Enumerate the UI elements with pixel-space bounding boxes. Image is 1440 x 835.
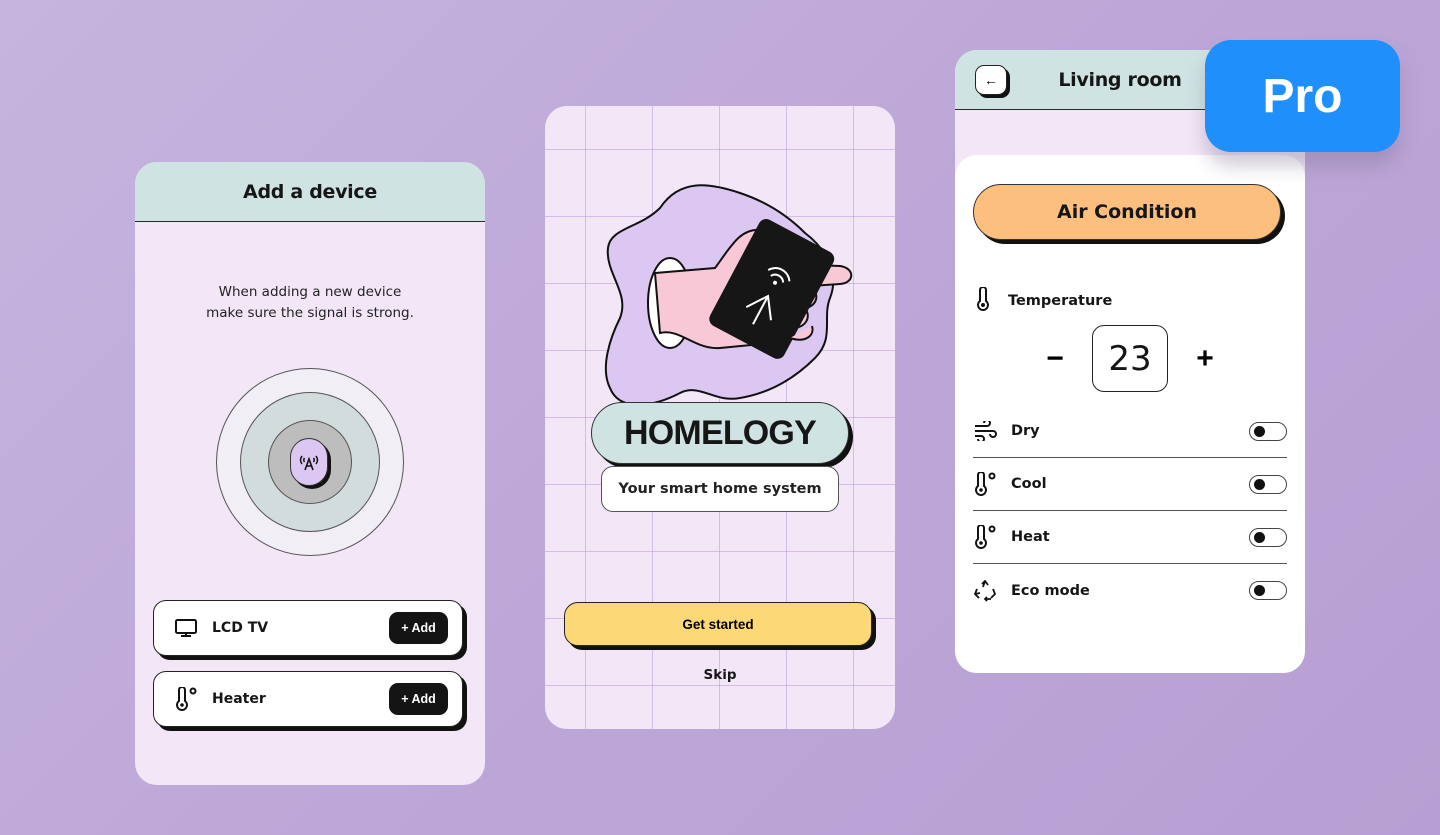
temperature-stepper: − 23 + bbox=[955, 325, 1305, 392]
skip-link[interactable]: Skip bbox=[545, 667, 895, 683]
page-title: Add a device bbox=[243, 180, 377, 203]
device-row-heater: Heater + Add bbox=[153, 671, 463, 727]
brand-logo: HOMELOGY bbox=[591, 402, 849, 464]
eco-mode-toggle[interactable] bbox=[1249, 581, 1287, 600]
hint-line-1: When adding a new device bbox=[218, 284, 402, 300]
decrease-temperature-button[interactable]: − bbox=[1035, 339, 1075, 379]
hand-holding-smart-card-illustration bbox=[604, 184, 853, 406]
tagline: Your smart home system bbox=[601, 466, 839, 512]
tagline-text: Your smart home system bbox=[618, 481, 822, 497]
dry-toggle[interactable] bbox=[1249, 421, 1287, 441]
mode-label: Cool bbox=[1011, 476, 1047, 492]
temperature-value: 23 bbox=[1092, 325, 1168, 392]
cool-toggle[interactable] bbox=[1249, 474, 1287, 494]
brand-name: HOMELOGY bbox=[624, 413, 817, 452]
signal-hint: When adding a new device make sure the s… bbox=[135, 282, 485, 324]
welcome-screen: HOMELOGY Your smart home system Get star… bbox=[545, 106, 895, 729]
toggle-knob bbox=[1254, 425, 1265, 437]
pro-badge: Pro bbox=[1205, 40, 1400, 152]
hint-line-2: make sure the signal is strong. bbox=[206, 305, 414, 321]
add-heater-button[interactable]: + Add bbox=[389, 683, 448, 715]
toggle-knob bbox=[1254, 478, 1265, 490]
arrow-left-icon: ← bbox=[984, 72, 998, 88]
add-lcd-tv-button[interactable]: + Add bbox=[389, 612, 448, 644]
antenna-icon bbox=[290, 438, 328, 486]
thermometer-icon bbox=[174, 686, 200, 712]
pro-badge-label: Pro bbox=[1262, 69, 1343, 123]
add-device-header: Add a device bbox=[135, 162, 485, 222]
back-button[interactable]: ← bbox=[975, 65, 1007, 95]
recycle-icon bbox=[973, 579, 999, 602]
add-device-screen: Add a device When adding a new device ma… bbox=[135, 162, 485, 785]
mode-row-cool: Cool bbox=[973, 458, 1287, 511]
device-control-panel: Air Condition Temperature − 23 + Dry Coo… bbox=[955, 155, 1305, 673]
increase-temperature-button[interactable]: + bbox=[1185, 339, 1225, 379]
page-title: Living room bbox=[1058, 68, 1182, 91]
mode-label: Heat bbox=[1011, 529, 1050, 545]
device-row-lcd-tv: LCD TV + Add bbox=[153, 600, 463, 656]
device-name-pill: Air Condition bbox=[973, 184, 1281, 240]
thermometer-degree-icon bbox=[973, 525, 999, 549]
get-started-button[interactable]: Get started bbox=[564, 602, 872, 646]
toggle-knob bbox=[1254, 585, 1265, 596]
thermometer-degree-icon bbox=[973, 472, 999, 496]
mode-list: Dry Cool Heat Eco mode bbox=[973, 405, 1287, 617]
mode-row-eco: Eco mode bbox=[973, 564, 1287, 617]
temperature-row: Temperature bbox=[975, 286, 1113, 315]
device-label: LCD TV bbox=[212, 620, 269, 636]
mode-label: Eco mode bbox=[1011, 582, 1090, 599]
device-label: Heater bbox=[212, 691, 266, 707]
heat-toggle[interactable] bbox=[1249, 527, 1287, 547]
thermometer-icon bbox=[975, 286, 991, 315]
mode-label: Dry bbox=[1011, 423, 1040, 439]
toggle-knob bbox=[1254, 531, 1265, 543]
monitor-icon bbox=[174, 615, 200, 641]
signal-radar bbox=[216, 368, 404, 556]
temperature-label: Temperature bbox=[1008, 293, 1113, 309]
device-name: Air Condition bbox=[1056, 201, 1197, 223]
mode-row-heat: Heat bbox=[973, 511, 1287, 564]
wind-icon bbox=[973, 421, 999, 441]
mode-row-dry: Dry bbox=[973, 405, 1287, 458]
